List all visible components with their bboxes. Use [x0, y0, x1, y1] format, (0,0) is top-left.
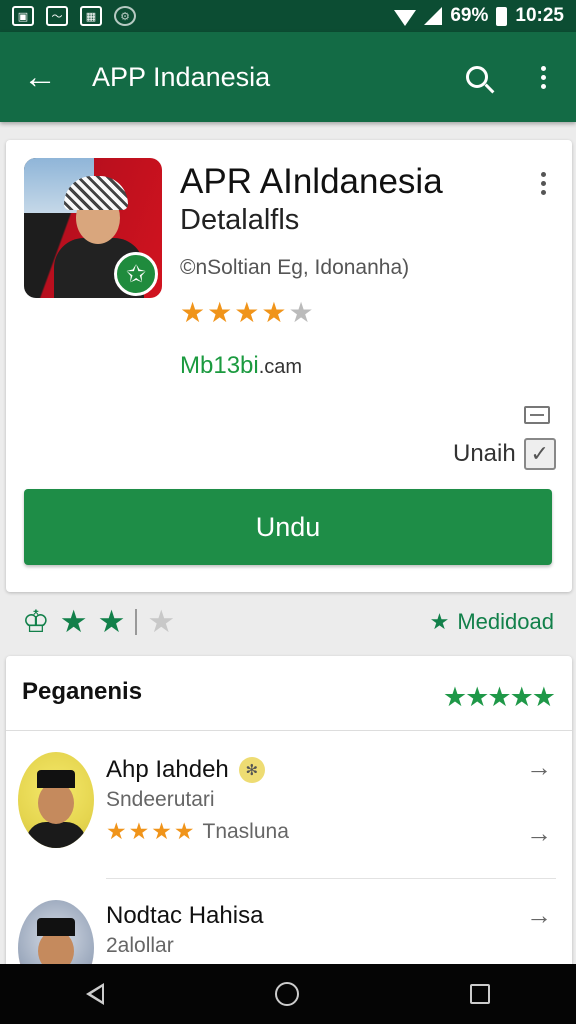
- site-suffix: .cam: [258, 356, 303, 378]
- secondary-option[interactable]: Unaih ✓: [453, 438, 556, 470]
- battery-percent: 69%: [450, 5, 489, 26]
- app-name: APR AInldanesia: [180, 162, 443, 201]
- star-filled-icon: ★: [465, 682, 489, 712]
- app-bar: ← APP Indanesia: [0, 32, 576, 122]
- tablet-icon: [524, 406, 550, 424]
- rating-strip-stars: ♔ ★ ★ ★: [22, 604, 175, 640]
- star-filled-icon: ★: [180, 297, 206, 328]
- reviews-overall-stars: ★★★★★: [442, 682, 556, 713]
- arrow-right-icon[interactable]: →: [526, 752, 552, 783]
- more-vert-icon[interactable]: [541, 172, 546, 195]
- clock: 10:25: [515, 5, 564, 26]
- secondary-option-label: Unaih: [453, 440, 516, 467]
- star-filled-icon: ★: [151, 818, 172, 844]
- checkbox-icon[interactable]: ✓: [523, 438, 556, 470]
- wifi-icon: [394, 10, 417, 26]
- avatar: [18, 752, 94, 848]
- page-title: APP Indanesia: [92, 61, 271, 92]
- back-arrow-icon[interactable]: ←: [0, 58, 80, 97]
- divider: [6, 730, 572, 731]
- divider: [106, 878, 556, 879]
- nav-back-icon[interactable]: [85, 983, 104, 1005]
- nav-home-icon[interactable]: [274, 982, 299, 1006]
- app-icon: ✩: [24, 158, 162, 298]
- star-filled-icon: ★: [128, 818, 150, 844]
- star-filled-icon: ★: [97, 604, 126, 639]
- star-filled-icon: ★: [261, 297, 287, 328]
- star-filled-icon: ★: [531, 682, 556, 712]
- reviews-title: Peganenis: [22, 678, 143, 705]
- review-star-label: Tnasluna: [202, 819, 289, 843]
- arrow-right-icon[interactable]: →: [526, 818, 552, 849]
- verified-icon: ✻: [238, 757, 265, 783]
- app-developer[interactable]: ©nSoltian Eg, Idonanha): [180, 256, 409, 280]
- star-filled-icon: ★: [106, 818, 127, 844]
- app-website-link[interactable]: Mb13bi.cam: [180, 352, 302, 380]
- star-filled-icon: ★: [173, 818, 195, 844]
- separator: [135, 609, 138, 635]
- star-filled-icon: ★: [234, 297, 260, 328]
- star-filled-icon: ★: [442, 682, 467, 712]
- reviews-card: Peganenis ★★★★★ Ahp Iahdeh ✻ Sndeerutari…: [6, 656, 572, 996]
- nav-recents-icon[interactable]: [470, 984, 491, 1004]
- overflow-menu-button[interactable]: [510, 65, 576, 89]
- rating-strip-meta[interactable]: ★ Medidoad: [430, 609, 554, 635]
- app-rating: ★ ★ ★ ★ ★: [180, 296, 314, 329]
- review-stars: ★ ★ ★ ★ Tnasluna: [106, 818, 289, 845]
- battery-icon: [496, 6, 508, 26]
- star-empty-icon: ★: [288, 297, 314, 328]
- signal-icon: [424, 7, 443, 25]
- reviewer-subtitle: 2alollar: [106, 934, 174, 957]
- reviewer-name: Nodtac Hahisa: [106, 902, 264, 929]
- system-nav-bar: [0, 964, 576, 1024]
- star-filled-icon: ★: [509, 682, 534, 712]
- chart-notification-icon: 〜: [46, 6, 68, 26]
- star-filled-icon: ★: [59, 604, 88, 639]
- star-filled-icon: ★: [207, 297, 233, 328]
- rating-strip-meta-label: Medidoad: [457, 609, 554, 634]
- more-vert-icon: [540, 65, 546, 89]
- image-notification-icon: ▣: [12, 6, 34, 26]
- star-badge-icon: ✩: [114, 252, 158, 296]
- search-button[interactable]: [444, 66, 510, 88]
- star-empty-icon: ★: [147, 604, 176, 639]
- app-subtitle: Detalalfls: [180, 204, 300, 236]
- reviewer-name: Ahp Iahdeh: [106, 756, 229, 783]
- rating-strip: ♔ ★ ★ ★ ★ Medidoad: [0, 600, 576, 644]
- star-filled-icon: ★: [487, 682, 511, 712]
- status-bar: ▣ 〜 ▦ ⚙ 69% 10:25: [0, 0, 576, 32]
- star-icon: ★: [429, 609, 450, 634]
- search-icon: [466, 66, 488, 88]
- install-button[interactable]: Undu: [24, 489, 552, 565]
- site-main: Mb13bi: [180, 352, 259, 379]
- arrow-right-icon[interactable]: →: [526, 900, 552, 931]
- crown-icon: ♔: [22, 604, 50, 639]
- reviewer-subtitle: Sndeerutari: [106, 788, 215, 811]
- app-detail-card: ✩ APR AInldanesia Detalalfls ©nSoltian E…: [6, 140, 572, 592]
- photo-notification-icon: ▦: [80, 6, 102, 26]
- settings-notification-icon: ⚙: [114, 6, 136, 26]
